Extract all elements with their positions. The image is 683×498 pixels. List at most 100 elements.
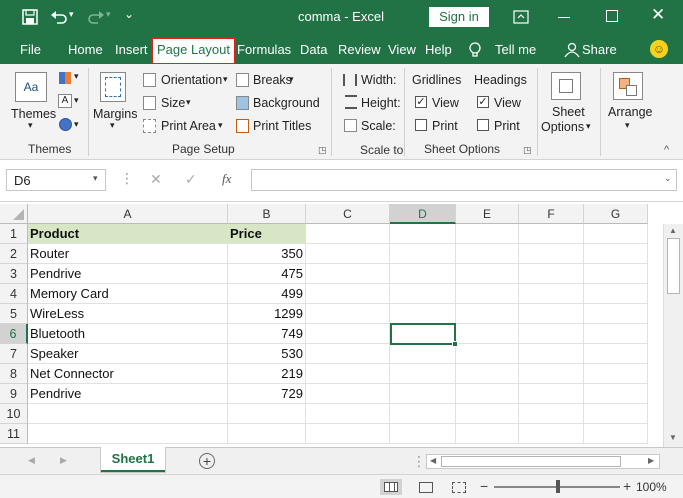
scale-label[interactable]: Scale: <box>361 119 396 133</box>
tab-data[interactable]: Data <box>300 42 327 57</box>
cell-b5[interactable]: 1299 <box>228 304 306 324</box>
arrange-button[interactable]: Arrange <box>608 105 652 119</box>
prev-sheet-icon[interactable]: ◀ <box>28 455 35 466</box>
redo-dropdown-icon[interactable]: ▾ <box>106 9 111 20</box>
cell-a3[interactable]: Pendrive <box>28 264 228 284</box>
cell-b9[interactable]: 729 <box>228 384 306 404</box>
minimize-icon[interactable] <box>558 17 570 18</box>
cell-g3[interactable] <box>584 264 648 284</box>
enter-icon[interactable]: ✓ <box>185 171 197 188</box>
cell-d1[interactable] <box>390 224 456 244</box>
themes-icon[interactable]: Aa <box>15 72 47 102</box>
column-header-d[interactable]: D <box>390 204 456 224</box>
cell-g1[interactable] <box>584 224 648 244</box>
cell-c7[interactable] <box>306 344 390 364</box>
name-box-dropdown-icon[interactable]: ▾ <box>93 173 98 184</box>
tab-split-handle-icon[interactable]: ⋮ <box>412 453 426 470</box>
column-header-f[interactable]: F <box>519 204 584 224</box>
headings-print-label[interactable]: Print <box>494 119 520 133</box>
page-setup-launcher-icon[interactable]: ◳ <box>318 145 327 156</box>
cell-c3[interactable] <box>306 264 390 284</box>
cell-f2[interactable] <box>519 244 584 264</box>
expand-formula-bar-icon[interactable]: ⌄ <box>664 173 672 184</box>
cell-d5[interactable] <box>390 304 456 324</box>
undo-dropdown-icon[interactable]: ▾ <box>69 9 74 20</box>
sheet-options-button-line2[interactable]: Options <box>541 120 584 134</box>
zoom-level[interactable]: 100% <box>636 480 667 494</box>
size-icon[interactable] <box>143 96 156 110</box>
cell-b10[interactable] <box>228 404 306 424</box>
cell-d7[interactable] <box>390 344 456 364</box>
cell-g4[interactable] <box>584 284 648 304</box>
feedback-smiley-icon[interactable]: ☺ <box>650 40 668 58</box>
undo-icon[interactable] <box>50 9 68 25</box>
row-header-5[interactable]: 5 <box>0 304 28 324</box>
cell-c4[interactable] <box>306 284 390 304</box>
breaks-dropdown-icon[interactable]: ▾ <box>289 74 294 85</box>
cell-e8[interactable] <box>456 364 519 384</box>
ribbon-display-options-icon[interactable] <box>513 10 529 24</box>
sheet-tab-sheet1[interactable]: Sheet1 <box>100 447 166 473</box>
effects-icon[interactable] <box>59 118 72 131</box>
cell-c1[interactable] <box>306 224 390 244</box>
cell-f7[interactable] <box>519 344 584 364</box>
background-button[interactable]: Background <box>253 96 320 110</box>
normal-view-icon[interactable] <box>380 479 402 495</box>
row-header-4[interactable]: 4 <box>0 284 28 304</box>
cell-e6[interactable] <box>456 324 519 344</box>
cell-g7[interactable] <box>584 344 648 364</box>
size-dropdown-icon[interactable]: ▾ <box>186 97 191 108</box>
gridlines-view-label[interactable]: View <box>432 96 459 110</box>
formula-input[interactable]: ⌄ <box>251 169 677 191</box>
cell-a1[interactable]: Product <box>28 224 228 244</box>
tab-insert[interactable]: Insert <box>115 42 148 57</box>
cell-d4[interactable] <box>390 284 456 304</box>
cell-f11[interactable] <box>519 424 584 444</box>
tell-me-search[interactable]: Tell me <box>495 42 536 57</box>
orientation-button[interactable]: Orientation <box>161 73 222 87</box>
cell-c5[interactable] <box>306 304 390 324</box>
zoom-out-icon[interactable]: − <box>480 478 488 494</box>
headings-print-checkbox[interactable] <box>477 119 489 131</box>
next-sheet-icon[interactable]: ▶ <box>60 455 67 466</box>
themes-button[interactable]: Themes <box>11 107 56 121</box>
cell-f1[interactable] <box>519 224 584 244</box>
cell-c10[interactable] <box>306 404 390 424</box>
row-header-8[interactable]: 8 <box>0 364 28 384</box>
cell-a7[interactable]: Speaker <box>28 344 228 364</box>
sheet-options-icon[interactable] <box>551 72 581 100</box>
select-all-corner[interactable] <box>0 204 28 224</box>
tab-view[interactable]: View <box>388 42 416 57</box>
cell-f3[interactable] <box>519 264 584 284</box>
cell-e5[interactable] <box>456 304 519 324</box>
fonts-icon[interactable]: A <box>58 94 72 108</box>
gridlines-view-checkbox[interactable]: ✓ <box>415 96 427 108</box>
sheet-options-dropdown-icon[interactable]: ▾ <box>586 121 591 132</box>
headings-view-checkbox[interactable]: ✓ <box>477 96 489 108</box>
close-icon[interactable]: ✕ <box>651 5 665 25</box>
cell-b1[interactable]: Price <box>228 224 306 244</box>
cell-e4[interactable] <box>456 284 519 304</box>
colors-icon[interactable] <box>59 72 71 84</box>
print-area-dropdown-icon[interactable]: ▾ <box>218 120 223 131</box>
cell-a4[interactable]: Memory Card <box>28 284 228 304</box>
new-sheet-icon[interactable]: + <box>199 453 215 469</box>
insert-function-icon[interactable]: fx <box>222 171 231 187</box>
cell-a6[interactable]: Bluetooth <box>28 324 228 344</box>
cell-c11[interactable] <box>306 424 390 444</box>
column-header-c[interactable]: C <box>306 204 390 224</box>
cell-a9[interactable]: Pendrive <box>28 384 228 404</box>
gridlines-print-checkbox[interactable] <box>415 119 427 131</box>
page-break-preview-icon[interactable] <box>452 482 466 493</box>
cell-b8[interactable]: 219 <box>228 364 306 384</box>
maximize-icon[interactable] <box>606 10 618 22</box>
row-header-7[interactable]: 7 <box>0 344 28 364</box>
cell-e11[interactable] <box>456 424 519 444</box>
headings-view-label[interactable]: View <box>494 96 521 110</box>
row-header-3[interactable]: 3 <box>0 264 28 284</box>
cell-c2[interactable] <box>306 244 390 264</box>
cell-d2[interactable] <box>390 244 456 264</box>
height-label[interactable]: Height: <box>361 96 401 110</box>
column-header-a[interactable]: A <box>28 204 228 224</box>
horizontal-scrollbar[interactable]: ◀ ▶ <box>426 454 660 469</box>
